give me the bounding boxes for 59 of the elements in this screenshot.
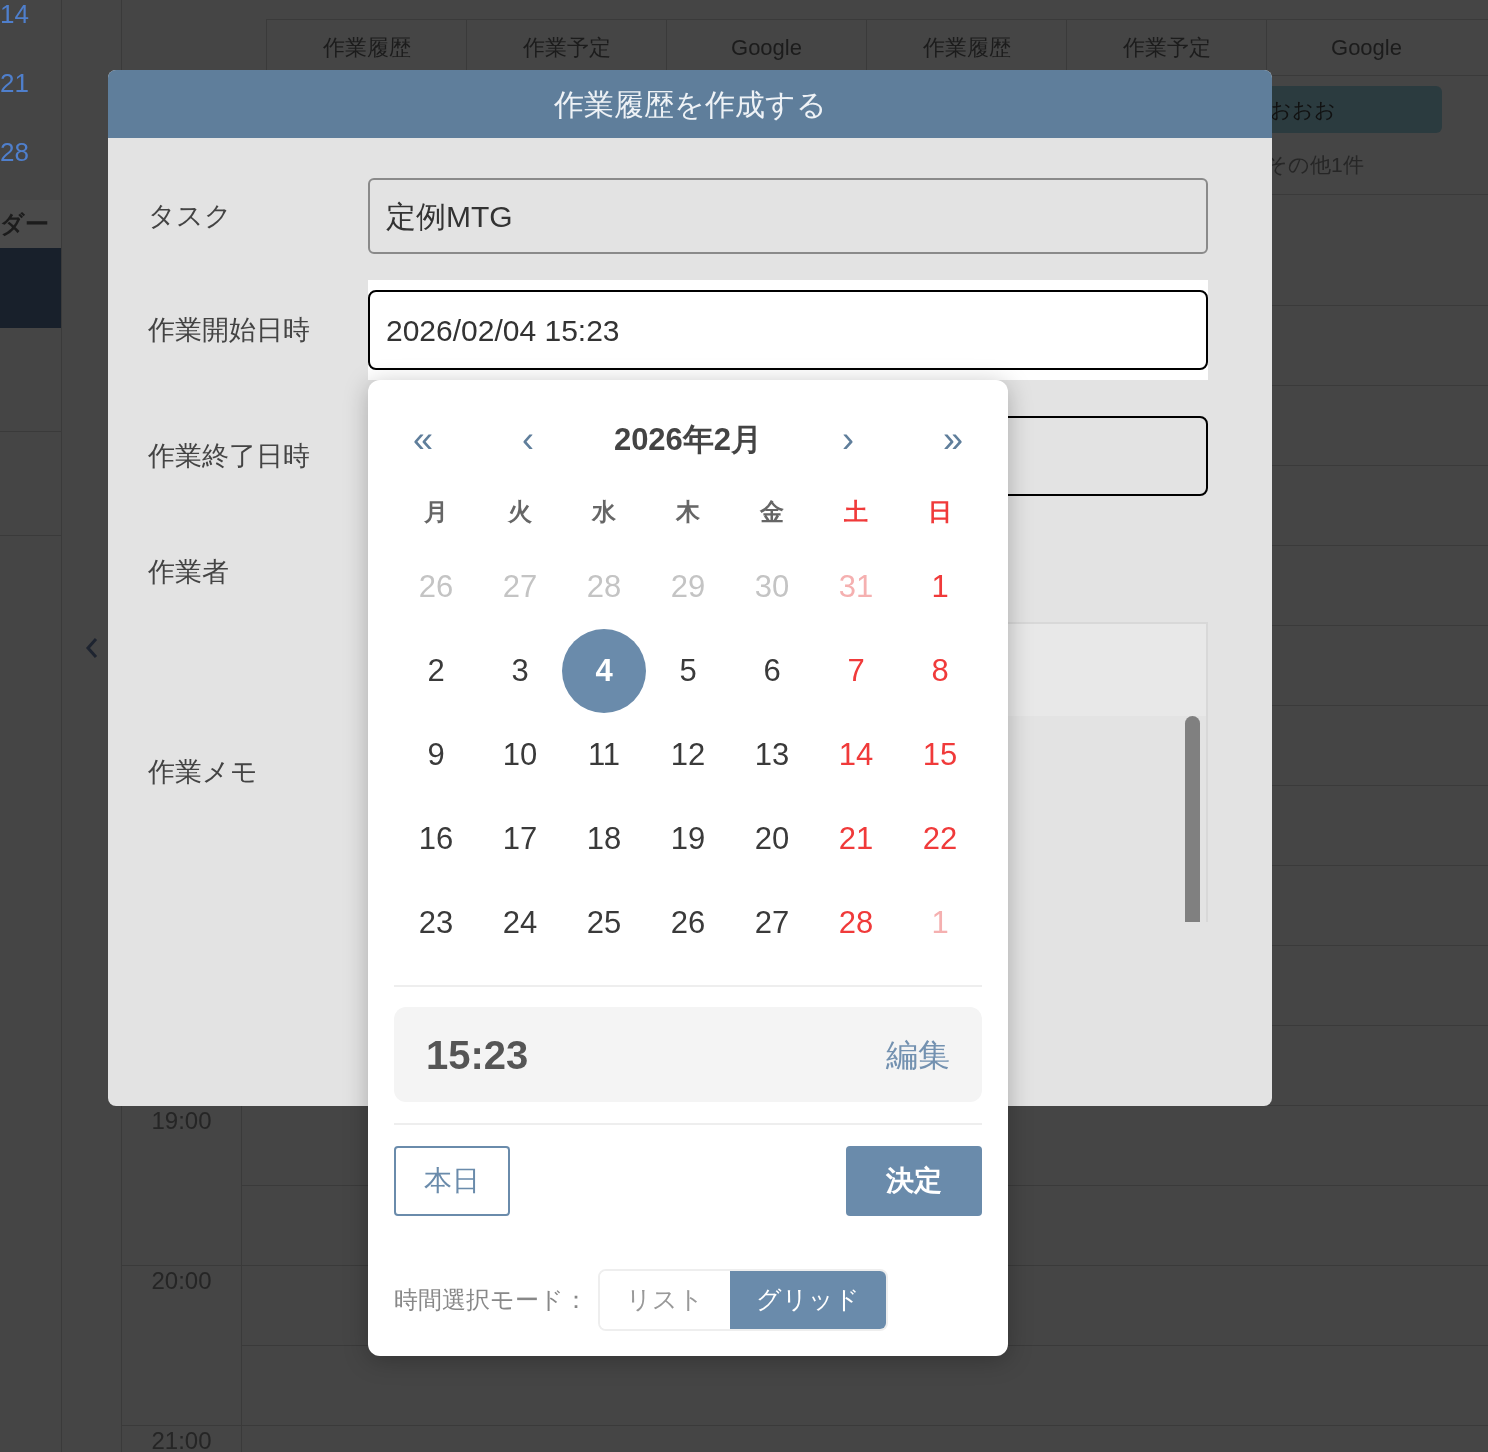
mode-label: 時間選択モード：: [394, 1285, 588, 1315]
day-cell[interactable]: 5: [646, 629, 730, 713]
day-cell[interactable]: 19: [646, 797, 730, 881]
confirm-button[interactable]: 決定: [846, 1146, 982, 1216]
sidebar-date[interactable]: 28: [0, 132, 29, 172]
weekday-label: 月: [424, 496, 448, 527]
day-cell[interactable]: 22: [898, 797, 982, 881]
mode-toggle-option[interactable]: グリッド: [730, 1271, 886, 1329]
day-cell[interactable]: 26: [646, 881, 730, 965]
field-label: タスク: [148, 199, 232, 233]
field-label: 作業開始日時: [148, 313, 310, 347]
scrollbar-thumb[interactable]: [1185, 716, 1200, 922]
day-cell[interactable]: 23: [394, 881, 478, 965]
day-cell[interactable]: 24: [478, 881, 562, 965]
day-cell[interactable]: 28: [814, 881, 898, 965]
day-cell[interactable]: 11: [562, 713, 646, 797]
day-cell[interactable]: 10: [478, 713, 562, 797]
today-button[interactable]: 本日: [394, 1146, 510, 1216]
day-cell[interactable]: 17: [478, 797, 562, 881]
weekday-label: 木: [676, 496, 700, 527]
chevron-left-icon[interactable]: [84, 636, 99, 660]
month-title: 2026年2月: [613, 420, 763, 459]
weekday-label: 金: [760, 496, 784, 527]
day-cell[interactable]: 9: [394, 713, 478, 797]
day-cell[interactable]: 13: [730, 713, 814, 797]
next-year-button[interactable]: »: [924, 420, 982, 460]
sidebar-date[interactable]: 21: [0, 63, 29, 103]
day-cell[interactable]: 20: [730, 797, 814, 881]
field-label: 作業者: [148, 555, 229, 589]
day-cell[interactable]: 18: [562, 797, 646, 881]
day-cell[interactable]: 2: [394, 629, 478, 713]
day-cell[interactable]: 8: [898, 629, 982, 713]
day-cell[interactable]: 3: [478, 629, 562, 713]
datetime-field[interactable]: 2026/02/04 15:23: [368, 290, 1208, 370]
day-cell[interactable]: 25: [562, 881, 646, 965]
sidebar-date[interactable]: 14: [0, 0, 29, 34]
weekday-label: 水: [592, 496, 616, 527]
task-field[interactable]: 定例MTG: [368, 178, 1208, 254]
day-cell[interactable]: 16: [394, 797, 478, 881]
prev-month-button[interactable]: ‹: [498, 420, 558, 460]
field-label: 作業終了日時: [148, 439, 310, 473]
day-cell[interactable]: 4: [562, 629, 646, 713]
field-label: 作業メモ: [148, 755, 258, 789]
day-cell[interactable]: 27: [730, 881, 814, 965]
day-cell[interactable]: 15: [898, 713, 982, 797]
weekday-label: 火: [508, 496, 532, 527]
day-cell[interactable]: 6: [730, 629, 814, 713]
edit-time-link[interactable]: 編集: [886, 1030, 950, 1079]
day-cell[interactable]: 21: [814, 797, 898, 881]
next-month-button[interactable]: ›: [818, 420, 878, 460]
weekday-label: 土: [844, 496, 868, 527]
day-cell[interactable]: 14: [814, 713, 898, 797]
day-cell[interactable]: 12: [646, 713, 730, 797]
prev-year-button[interactable]: «: [394, 420, 452, 460]
day-cell[interactable]: 1: [898, 545, 982, 629]
time-value: 15:23: [426, 1031, 529, 1079]
dialog-title: 作業履歴を作成する: [553, 86, 827, 123]
weekday-label: 日: [928, 496, 952, 527]
day-cell[interactable]: 7: [814, 629, 898, 713]
